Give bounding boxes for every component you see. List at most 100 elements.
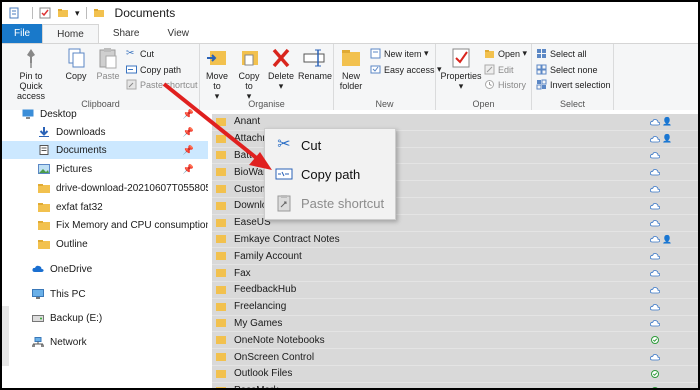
shared-person-icon: 👤 [662, 134, 672, 144]
nav-item-label: Desktop [40, 108, 77, 120]
table-row[interactable]: OneNote Notebooks [212, 332, 698, 350]
title-separator [32, 7, 33, 19]
pin-icon[interactable]: 📌 [183, 127, 194, 138]
nav-item-label: Pictures [56, 163, 93, 175]
folder-icon [216, 185, 226, 194]
nav-item-desktop[interactable]: Desktop 📌 [2, 105, 208, 123]
tab-home[interactable]: Home [42, 24, 99, 44]
folder-icon [216, 285, 226, 294]
nav-item-onedrive[interactable]: OneDrive [2, 260, 208, 278]
move-to-icon [207, 51, 226, 65]
nav-item-downloads[interactable]: Downloads 📌 [2, 123, 208, 141]
new-item-button[interactable]: New item ▾ [370, 48, 429, 59]
open-button[interactable]: Open ▾ [484, 48, 527, 59]
quick-access-dropdown-icon[interactable]: ▾ [75, 8, 80, 19]
table-row[interactable]: Family Account [212, 248, 698, 266]
nav-item-outline[interactable]: Outline [2, 235, 208, 253]
folder-icon [216, 235, 226, 244]
cut-button[interactable]: ✂ Cut [126, 48, 154, 59]
edit-icon [484, 64, 495, 75]
invert-selection-button[interactable]: Invert selection [536, 79, 611, 90]
select-all-button[interactable]: Select all [536, 48, 587, 59]
table-row[interactable]: Outlook Files [212, 366, 698, 383]
paste-icon [99, 48, 117, 69]
copy-to-icon [242, 51, 258, 66]
paste-shortcut-icon [277, 195, 291, 212]
copy-path-label: Copy path [140, 64, 182, 75]
tab-file[interactable]: File [2, 24, 43, 44]
copy-button[interactable]: Copy [62, 47, 90, 81]
select-none-button[interactable]: Select none [536, 64, 598, 75]
new-folder-button[interactable]: New folder [336, 47, 366, 91]
copy-path-icon [275, 168, 293, 180]
cloud-status-icon [650, 236, 660, 243]
history-button[interactable]: History [484, 79, 526, 90]
copy-to-button[interactable]: Copy to ▾ [234, 47, 264, 101]
nav-item-exfat-fat32[interactable]: exfat fat32 [2, 198, 208, 216]
file-name: Anant [234, 116, 261, 128]
properties-quick-icon[interactable] [8, 7, 20, 19]
open-group: Properties ▾ Open ▾ Edit History Open [436, 44, 532, 110]
nav-item-pictures[interactable]: Pictures 📌 [2, 160, 208, 178]
folder-icon [216, 302, 226, 311]
table-row[interactable]: FeedbackHub [212, 282, 698, 299]
new-folder-label: New folder [339, 71, 363, 91]
nav-item-label: exfat fat32 [56, 201, 103, 213]
delete-dropdown-icon: ▾ [278, 81, 284, 91]
shared-person-icon: 👤 [662, 234, 672, 244]
context-menu-cut[interactable]: ✂ Cut [265, 133, 395, 157]
context-menu-paste-shortcut-label: Paste shortcut [301, 195, 385, 211]
open-label: Open [498, 48, 521, 59]
folder-icon [216, 151, 226, 160]
folder-icon [216, 319, 226, 328]
edit-button[interactable]: Edit [484, 64, 514, 75]
tab-share[interactable]: Share [99, 24, 154, 44]
table-row[interactable]: PassMark [212, 382, 698, 388]
context-menu-paste-shortcut[interactable]: Paste shortcut [265, 191, 395, 215]
nav-item-drive-download[interactable]: drive-download-20210607T055805 [2, 179, 208, 197]
folder-quick-icon[interactable] [57, 7, 69, 19]
cloud-status-icon [650, 270, 660, 277]
pin-icon[interactable]: 📌 [183, 109, 194, 120]
nav-item-label: Downloads [56, 126, 106, 138]
pin-icon[interactable]: 📌 [183, 145, 194, 156]
tab-view[interactable]: View [154, 24, 204, 44]
move-to-button[interactable]: Move to ▾ [202, 47, 232, 101]
folder-icon [38, 184, 50, 193]
rename-button[interactable]: Rename [298, 47, 332, 81]
delete-button[interactable]: Delete ▾ [266, 47, 296, 91]
nav-item-label: drive-download-20210607T055805 [56, 182, 208, 194]
nav-item-documents[interactable]: Documents 📌 [2, 141, 208, 159]
pin-quick-access-button[interactable]: Pin to Quick access [8, 47, 54, 101]
nav-item-fix-memory[interactable]: Fix Memory and CPU consumption [2, 216, 208, 234]
table-row[interactable]: My Games [212, 315, 698, 333]
copy-path-button[interactable]: Copy path [126, 64, 181, 75]
documents-icon [39, 145, 49, 155]
new-group-label: New [375, 99, 394, 109]
check-quick-icon[interactable] [39, 7, 51, 19]
nav-item-backup-drive[interactable]: Backup (E:) [2, 309, 208, 327]
properties-dropdown-icon: ▾ [458, 81, 464, 91]
table-row[interactable]: OnScreen Control [212, 349, 698, 366]
pin-icon[interactable]: 📌 [183, 164, 194, 175]
history-icon [485, 80, 494, 89]
select-none-icon [536, 64, 547, 75]
file-name: OneNote Notebooks [234, 334, 325, 346]
context-menu-copy-path[interactable]: Copy path [265, 162, 395, 186]
easy-access-button[interactable]: Easy access ▾ [370, 64, 442, 75]
nav-item-this-pc[interactable]: This PC [2, 285, 208, 303]
paste-button[interactable]: Paste [94, 47, 122, 81]
properties-button[interactable]: Properties ▾ [440, 47, 482, 91]
properties-label: Properties [440, 71, 482, 81]
nav-item-label: This PC [50, 288, 86, 300]
table-row[interactable]: Fax [212, 265, 698, 282]
paste-shortcut-button[interactable]: Paste shortcut [126, 79, 198, 90]
folder-icon [216, 252, 226, 261]
nav-item-network[interactable]: Network [2, 333, 208, 351]
cloud-status-icon [650, 320, 660, 327]
table-row[interactable]: Emkaye Contract Notes 👤 [212, 231, 698, 249]
table-row[interactable]: Freelancing [212, 298, 698, 316]
select-group-label: Select [559, 99, 585, 109]
new-folder-icon [342, 50, 360, 66]
network-icon [32, 337, 44, 347]
